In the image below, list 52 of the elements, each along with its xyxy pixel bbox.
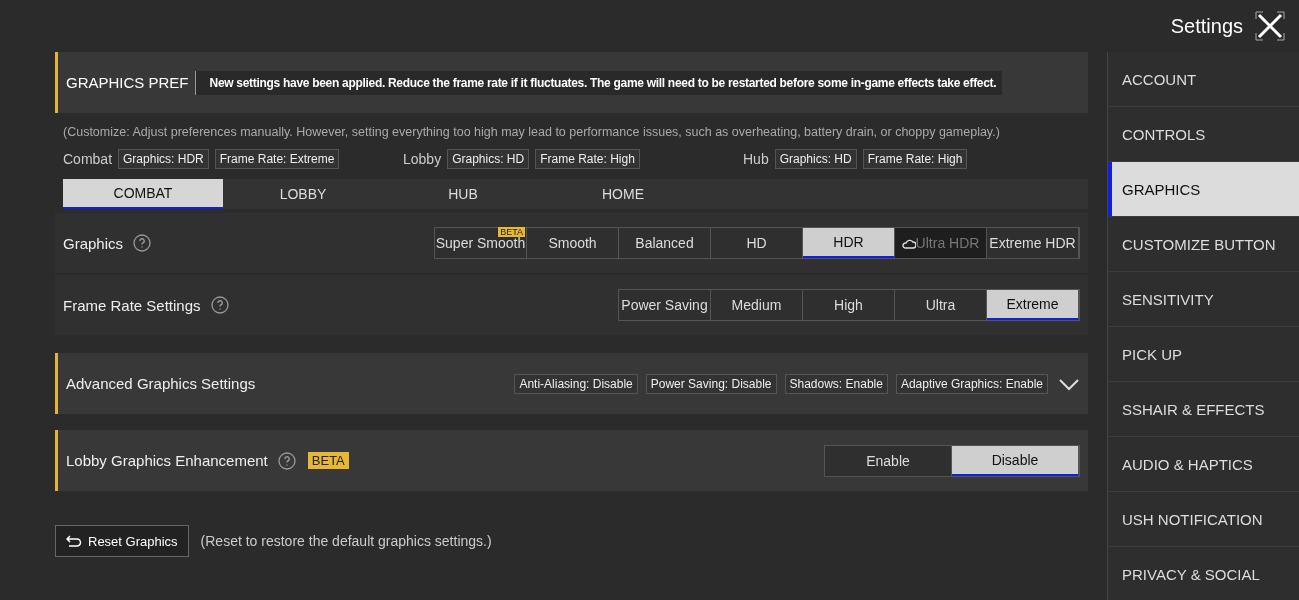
sidebar-item[interactable]: SENSITIVITY: [1108, 272, 1299, 327]
summary-label: Combat: [63, 151, 113, 167]
close-icon[interactable]: [1255, 11, 1285, 41]
summary-tag: Frame Rate: High: [535, 149, 640, 169]
summary-tag: Frame Rate: High: [862, 149, 968, 169]
option-tab[interactable]: Power Saving: [619, 290, 711, 320]
reset-note: (Reset to restore the default graphics settings.): [200, 533, 492, 549]
setting-label: Frame Rate Settings: [63, 296, 201, 314]
help-icon[interactable]: [133, 234, 152, 252]
summary-label: Hub: [743, 151, 769, 167]
mode-tab[interactable]: LOBBY: [223, 179, 383, 209]
mode-tab[interactable]: HUB: [383, 179, 543, 209]
summary-tag: Frame Rate: Extreme: [214, 149, 340, 169]
description-text: (Customize: Adjust preferences manually. However, setting everything too high may lead to performance issues, such as overheating, battery drain, or choppy gameplay.): [63, 125, 1001, 139]
summary-tag: Graphics: HDR: [118, 149, 209, 169]
summary-label: Lobby: [403, 151, 442, 167]
section-title: Lobby Graphics Enhancement: [66, 452, 268, 469]
sidebar-item[interactable]: ACCOUNT: [1108, 52, 1299, 107]
page-title: Settings: [1170, 14, 1243, 38]
beta-badge: BETA: [307, 452, 349, 469]
help-icon[interactable]: [277, 451, 296, 470]
help-icon[interactable]: [210, 296, 229, 314]
option-tab[interactable]: HDR: [803, 228, 895, 258]
option-tab[interactable]: Enable: [825, 445, 952, 476]
option-tab[interactable]: Extreme HDR: [987, 228, 1079, 258]
option-tab[interactable]: Super Smooth BETA: [435, 228, 527, 258]
sidebar-item[interactable]: AUDIO & HAPTICS: [1108, 437, 1299, 492]
section-title: Advanced Graphics Settings: [66, 375, 256, 392]
summary-tag: Graphics: HD: [774, 149, 857, 169]
setting-tag: Power Saving: Disable: [645, 373, 777, 394]
option-tab[interactable]: Disable: [952, 445, 1079, 476]
setting-tag: Adaptive Graphics: Enable: [895, 373, 1048, 394]
sidebar-item[interactable]: USH NOTIFICATION: [1108, 492, 1299, 547]
return-arrow-icon: [66, 535, 82, 547]
sidebar-item[interactable]: CUSTOMIZE BUTTON: [1108, 217, 1299, 272]
summary-tag: Graphics: HD: [447, 149, 530, 169]
setting-tag: Anti-Aliasing: Disable: [514, 373, 638, 394]
cloud-icon: [901, 238, 916, 251]
toast-message: New settings have been applied. Reduce the frame rate if it fluctuates. The game will need to be restarted before some in-game effects take effect.: [194, 70, 1003, 95]
sidebar-item[interactable]: PRIVACY & SOCIAL: [1108, 547, 1299, 600]
mode-tab[interactable]: COMBAT: [63, 179, 223, 209]
mode-tab[interactable]: HOME: [543, 179, 703, 209]
sidebar-item[interactable]: GRAPHICS: [1108, 162, 1299, 217]
beta-badge: BETA: [498, 227, 525, 237]
setting-label: Graphics: [63, 234, 124, 252]
sidebar-item[interactable]: PICK UP: [1108, 327, 1299, 382]
reset-button[interactable]: Reset Graphics: [55, 525, 189, 557]
chevron-icon[interactable]: [1058, 376, 1080, 391]
sidebar-item[interactable]: SSHAIR & EFFECTS: [1108, 382, 1299, 437]
setting-tag: Shadows: Enable: [784, 373, 888, 394]
section-title: GRAPHICS PREF: [66, 74, 189, 91]
option-tab[interactable]: Extreme: [987, 290, 1079, 320]
